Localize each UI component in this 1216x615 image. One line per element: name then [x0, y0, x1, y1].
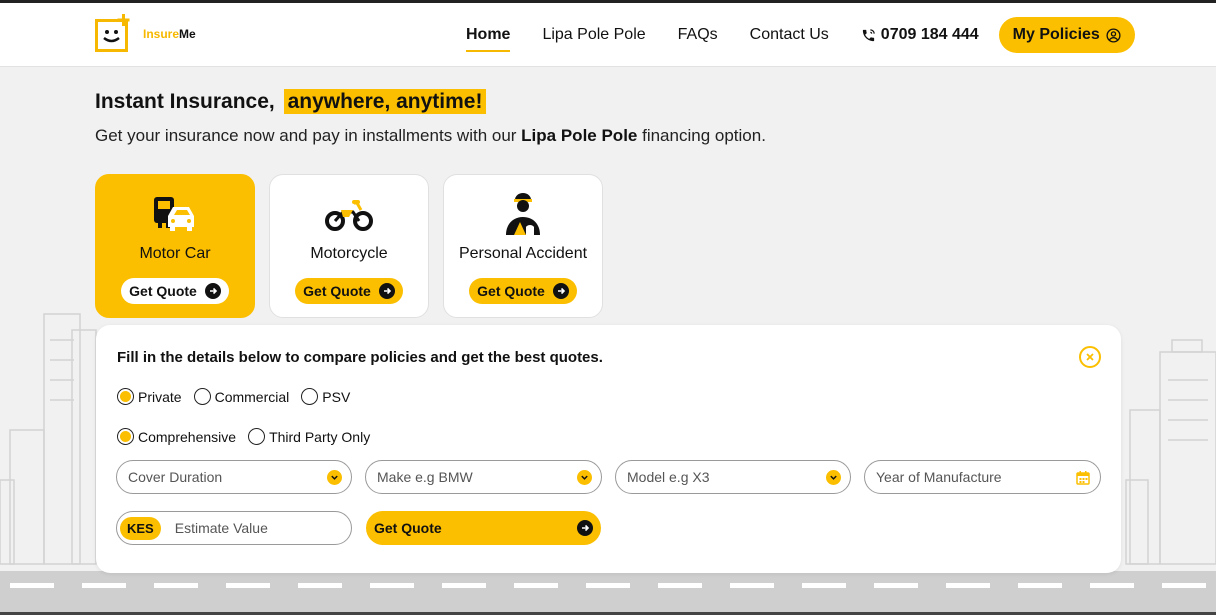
model-select[interactable]: Model e.g X3 [615, 460, 851, 494]
radio-button[interactable] [248, 428, 266, 445]
radio-third-party-only[interactable]: Third Party Only [248, 428, 370, 445]
nav-home[interactable]: Home [466, 26, 511, 52]
lipa-pole-pole-text: Lipa Pole Pole [521, 126, 638, 145]
make-select[interactable]: Make e.g BMW [365, 460, 602, 494]
get-quote-personal-accident-button[interactable]: Get Quote [469, 278, 577, 304]
phone-number: 0709 184 444 [880, 26, 979, 43]
cover-type-radio-group: Comprehensive Third Party Only [117, 428, 382, 445]
model-placeholder: Model e.g X3 [627, 469, 710, 485]
nav-lipa-pole-pole[interactable]: Lipa Pole Pole [542, 26, 645, 44]
radio-button[interactable] [117, 388, 134, 405]
card-label-motor-car: Motor Car [139, 245, 211, 262]
get-quote-label: Get Quote [477, 283, 545, 299]
arrow-right-icon [577, 520, 593, 536]
card-motorcycle[interactable]: Motorcycle Get Quote [269, 174, 429, 318]
main-nav: Home Lipa Pole Pole FAQs Contact Us 0709… [466, 3, 1135, 67]
chevron-down-icon [577, 470, 592, 485]
phone-icon [862, 28, 875, 41]
close-form-button[interactable] [1079, 346, 1101, 368]
calendar-icon [1076, 471, 1090, 485]
card-label-motorcycle: Motorcycle [310, 245, 388, 262]
get-quote-motorcycle-button[interactable]: Get Quote [295, 278, 403, 304]
arrow-right-icon [204, 283, 221, 299]
road-illustration [0, 571, 1216, 615]
my-policies-button[interactable]: My Policies [998, 17, 1135, 53]
car-icon [154, 197, 194, 231]
get-quote-label: Get Quote [129, 283, 197, 299]
nav-contact-us[interactable]: Contact Us [750, 26, 829, 44]
radio-button[interactable] [301, 388, 319, 405]
radio-button[interactable] [193, 388, 211, 405]
card-personal-accident[interactable]: Personal Accident Get Quote [443, 174, 603, 318]
my-policies-label: My Policies [1012, 26, 1100, 43]
estimate-value-field[interactable]: KES Estimate Value [116, 511, 352, 545]
cover-duration-select[interactable]: Cover Duration [116, 460, 352, 494]
motorcycle-icon [325, 200, 373, 231]
hero-subtitle: Get your insurance now and pay in instal… [95, 126, 766, 145]
logo-text: InsureMe [143, 27, 196, 41]
phone-contact[interactable]: 0709 184 444 [861, 26, 979, 44]
person-icon [506, 193, 540, 235]
site-header: InsureMe Home Lipa Pole Pole FAQs Contac… [0, 3, 1216, 67]
year-placeholder: Year of Manufacture [876, 469, 1002, 485]
radio-psv[interactable]: PSV [301, 388, 350, 405]
hero-title: Instant Insurance, anywhere, anytime! [95, 89, 487, 114]
vehicle-usage-radio-group: Private Commercial PSV [117, 388, 362, 405]
radio-private[interactable]: Private [117, 388, 182, 405]
currency-badge: KES [120, 516, 161, 540]
quote-form-panel: Fill in the details below to compare pol… [96, 325, 1121, 573]
logo[interactable]: InsureMe [95, 14, 205, 54]
get-quote-label: Get Quote [303, 283, 371, 299]
road-stripes [10, 583, 1206, 588]
arrow-right-icon [552, 283, 569, 299]
make-placeholder: Make e.g BMW [377, 469, 473, 485]
form-title: Fill in the details below to compare pol… [117, 349, 603, 366]
insurance-type-cards: Motor Car Get Quote Motorcycle Get Quote [95, 174, 603, 318]
close-icon [1086, 353, 1094, 361]
year-of-manufacture-field[interactable]: Year of Manufacture [864, 460, 1101, 494]
submit-label: Get Quote [374, 520, 442, 536]
chevron-down-icon [327, 470, 342, 485]
estimate-value-placeholder: Estimate Value [174, 520, 268, 536]
cover-duration-placeholder: Cover Duration [128, 469, 223, 485]
card-motor-car[interactable]: Motor Car Get Quote [95, 174, 255, 318]
chevron-down-icon [826, 470, 841, 485]
logo-icon [95, 14, 130, 52]
get-quote-submit-button[interactable]: Get Quote [366, 511, 601, 545]
radio-button[interactable] [117, 428, 134, 445]
card-label-personal-accident: Personal Accident [458, 245, 588, 262]
get-quote-motor-car-button[interactable]: Get Quote [121, 278, 229, 304]
user-circle-icon [1106, 27, 1121, 43]
radio-commercial[interactable]: Commercial [193, 388, 289, 405]
radio-comprehensive[interactable]: Comprehensive [117, 428, 236, 445]
hero-title-highlight: anywhere, anytime! [283, 89, 487, 114]
nav-faqs[interactable]: FAQs [678, 26, 718, 44]
arrow-right-icon [378, 283, 395, 299]
